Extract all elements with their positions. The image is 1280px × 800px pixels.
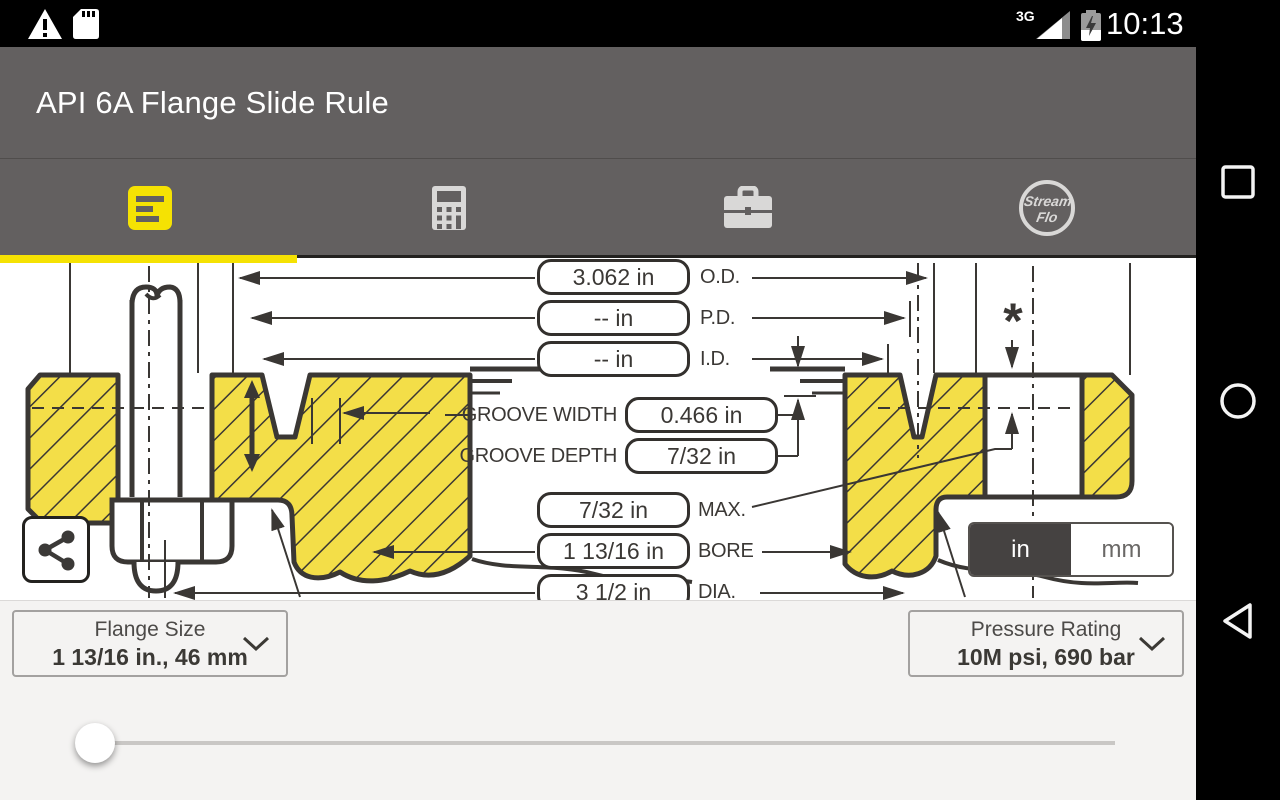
stud-tip — [131, 561, 181, 594]
tab-toolbox[interactable] — [598, 159, 897, 256]
share-button[interactable] — [22, 516, 90, 583]
pressure-rating-label: Pressure Rating — [970, 617, 1122, 641]
share-icon — [38, 530, 75, 570]
pressure-rating-value: 10M psi, 690 bar — [957, 643, 1135, 670]
stud — [129, 300, 183, 497]
groove-depth-value-box: 7/32 in — [625, 438, 778, 474]
streamflo-logo-icon: Stream Flo — [1018, 179, 1075, 236]
chevron-down-icon — [1138, 636, 1166, 652]
article-icon — [127, 185, 172, 230]
tab-calculator[interactable] — [299, 159, 598, 256]
bore-value-box: 1 13/16 in — [537, 533, 690, 569]
status-bar: 3G 10:13 — [0, 0, 1280, 47]
flange-size-dropdown[interactable]: Flange Size 1 13/16 in., 46 mm — [12, 610, 288, 677]
bore-label: BORE — [698, 539, 754, 562]
size-slider-thumb[interactable] — [75, 723, 115, 763]
stud-break — [129, 284, 183, 304]
tab-specs[interactable] — [0, 159, 299, 256]
id-label: I.D. — [700, 347, 730, 370]
home-button[interactable] — [1219, 382, 1257, 420]
id-value-box: -- in — [537, 341, 690, 377]
warning-icon — [28, 9, 62, 39]
pd-value-box: -- in — [537, 300, 690, 336]
clock: 10:13 — [1106, 6, 1184, 41]
right-flange-od-edge — [1079, 372, 1135, 500]
chevron-down-icon — [242, 636, 270, 652]
pressure-rating-dropdown[interactable]: Pressure Rating 10M psi, 690 bar — [908, 610, 1184, 677]
tab-streamflo[interactable]: Stream Flo — [897, 159, 1196, 256]
page-title: API 6A Flange Slide Rule — [36, 85, 389, 120]
od-label: O.D. — [700, 265, 740, 288]
groove-width-value-box: 0.466 in — [625, 397, 778, 433]
pd-label: P.D. — [700, 306, 736, 329]
groove-depth-label: GROOVE DEPTH — [459, 444, 617, 467]
flange-size-value: 1 13/16 in., 46 mm — [52, 643, 248, 670]
unit-toggle-in[interactable]: in — [970, 524, 1071, 575]
toolbox-icon — [723, 185, 772, 228]
asterisk-marker: * — [1003, 293, 1023, 349]
app-bar: API 6A Flange Slide Rule — [0, 47, 1196, 158]
battery-charging-icon — [1081, 10, 1101, 41]
max-label: MAX. — [698, 498, 746, 521]
android-nav-bar — [1196, 47, 1280, 800]
flange-size-label: Flange Size — [94, 617, 206, 641]
max-value-box: 7/32 in — [537, 492, 690, 528]
unit-toggle-mm[interactable]: mm — [1071, 524, 1172, 575]
unit-toggle: in mm — [968, 522, 1174, 577]
logo-text-2: Flo — [1035, 209, 1059, 225]
calculator-icon — [431, 185, 466, 230]
back-button[interactable] — [1221, 602, 1255, 640]
groove-width-label: GROOVE WIDTH — [461, 403, 618, 426]
size-slider-track[interactable] — [95, 741, 1115, 745]
od-value-box: 3.062 in — [537, 259, 690, 295]
recents-button[interactable] — [1220, 164, 1256, 200]
left-flange-od-edge — [25, 372, 121, 526]
tab-bar: Stream Flo — [0, 158, 1196, 256]
signal-icon — [1036, 11, 1070, 39]
selected-tab-indicator — [0, 255, 297, 263]
app-screen: 3G 10:13 API 6A Flange Slide Rule Stream… — [0, 0, 1280, 800]
nut — [109, 497, 235, 565]
network-type-label: 3G — [1016, 8, 1035, 24]
right-flange-body — [842, 372, 988, 580]
logo-text-1: Stream — [1022, 193, 1072, 209]
sd-card-icon — [73, 9, 99, 39]
